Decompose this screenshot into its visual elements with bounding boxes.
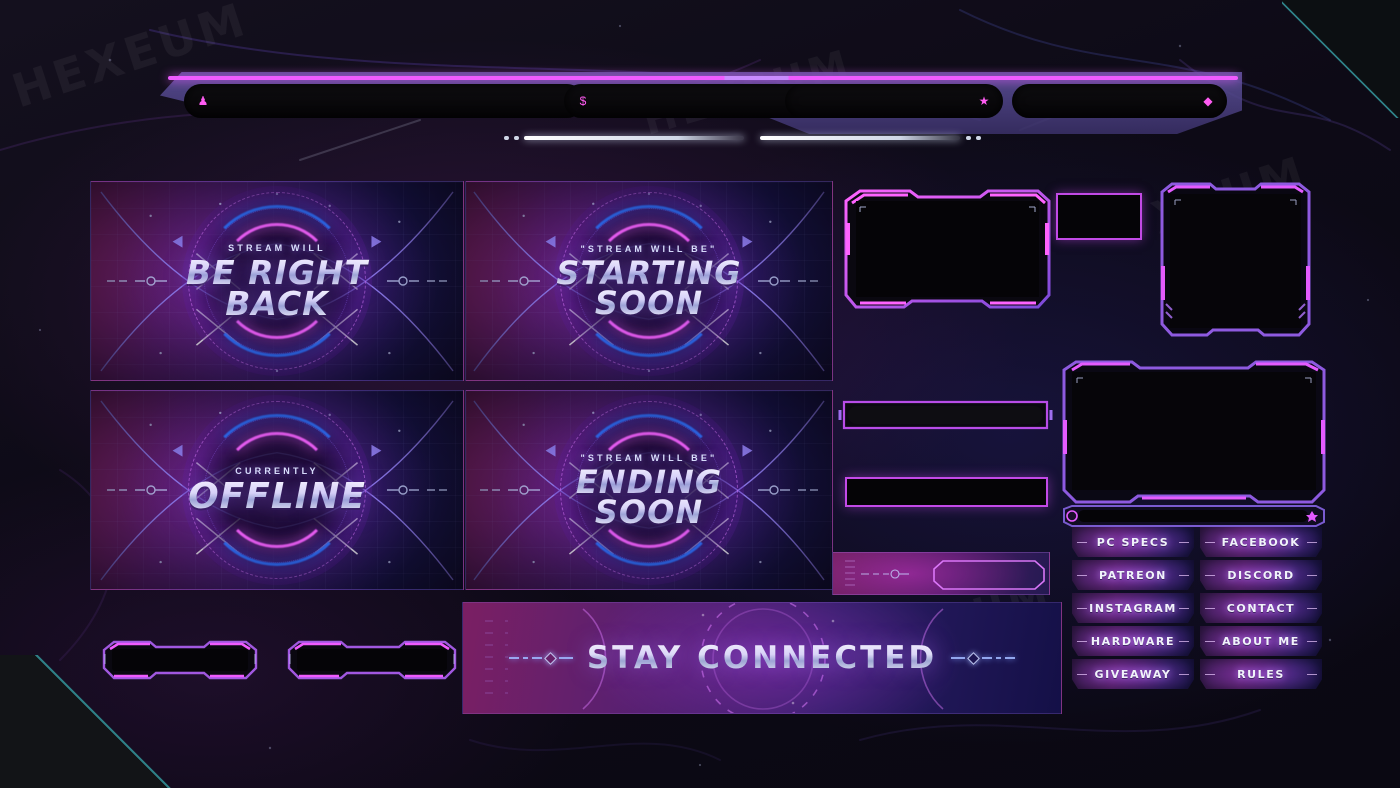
panel-button-label: PATREON — [1099, 568, 1167, 582]
panel-button-giveaway[interactable]: GIVEAWAY — [1072, 659, 1194, 689]
screen-kicker: "STREAM WILL BE" — [580, 452, 718, 463]
top-bar-dot-d — [976, 136, 981, 140]
frame-alert-strip[interactable] — [832, 552, 1050, 595]
diamond-icon: ◆ — [1203, 94, 1213, 108]
frame-gameplay[interactable] — [1058, 358, 1330, 518]
webcam-square-frame-art — [1160, 182, 1311, 337]
topbar-slot-followers[interactable]: ♟ — [184, 84, 584, 118]
frame-talkbar[interactable] — [838, 398, 1053, 432]
panel-button-patreon[interactable]: PATREON — [1072, 560, 1194, 590]
dollar-icon: $ — [579, 94, 587, 108]
panel-button-label: FACEBOOK — [1221, 535, 1301, 549]
stream-overlay-pack: HEXEUM HEXEUM HEXEUM XEUM ♟ $ ★ ◆ — [0, 0, 1400, 788]
label-box-left-art — [102, 640, 258, 680]
top-stats-bar: ♟ $ ★ ◆ — [160, 72, 1242, 140]
panel-button-label: RULES — [1237, 667, 1285, 681]
panel-button-label: HARDWARE — [1090, 634, 1176, 648]
talkbar-art — [838, 400, 1053, 430]
banner-title: STAY CONNECTED — [586, 640, 938, 676]
panel-button-facebook[interactable]: FACEBOOK — [1200, 527, 1322, 557]
screen-title-line2: SOON — [466, 287, 832, 319]
panel-button-instagram[interactable]: INSTAGRAM — [1072, 593, 1194, 623]
panel-button-label: INSTAGRAM — [1089, 601, 1177, 615]
screen-starting-soon-text: "STREAM WILL BE" STARTING SOON — [466, 243, 832, 319]
screen-kicker: STREAM WILL — [228, 242, 326, 253]
gameplay-nameplate-art — [1063, 505, 1325, 527]
top-bar-dot-a — [504, 136, 509, 140]
topbar-slot-subscriber[interactable]: ★ — [785, 84, 1003, 118]
corner-cut-top-right — [1282, 0, 1400, 118]
screen-be-right-back-text: STREAM WILL BE RIGHT BACK — [91, 242, 463, 320]
panel-button-grid: PC SPECS FACEBOOK PATREON DISCORD INSTAG… — [1072, 527, 1322, 692]
panel-button-label: DISCORD — [1227, 568, 1295, 582]
top-bar-dot-c — [966, 136, 971, 140]
screen-title-line2: BACK — [91, 287, 463, 320]
screen-currently-offline[interactable]: CURRENTLY OFFLINE — [90, 390, 464, 590]
screen-currently-offline-text: CURRENTLY OFFLINE — [91, 466, 463, 514]
panel-button-pc-specs[interactable]: PC SPECS — [1072, 527, 1194, 557]
screen-title-line2: SOON — [466, 496, 832, 528]
panel-button-label: ABOUT ME — [1222, 634, 1300, 648]
banner-dash-right — [951, 651, 1016, 665]
screen-kicker: "STREAM WILL BE" — [580, 243, 718, 254]
frame-label-box-left[interactable] — [98, 638, 261, 682]
banner-diamond-left-icon — [543, 651, 557, 665]
frame-webcam-thumb[interactable] — [1056, 193, 1142, 240]
panel-button-about-me[interactable]: ABOUT ME — [1200, 626, 1322, 656]
top-bar-underline-left — [524, 136, 744, 140]
frame-label-box-right[interactable] — [283, 638, 461, 682]
top-bar-dot-b — [514, 136, 519, 140]
screen-ending-soon[interactable]: "STREAM WILL BE" ENDING SOON — [465, 390, 833, 590]
person-icon: ♟ — [197, 94, 209, 108]
frame-eventbar[interactable] — [845, 477, 1048, 507]
banner-text-row: STAY CONNECTED — [463, 603, 1061, 713]
gameplay-frame-art — [1062, 360, 1326, 504]
top-bar-neon-line — [168, 76, 1238, 80]
screen-kicker: CURRENTLY — [235, 466, 319, 477]
star-icon: ★ — [978, 94, 990, 108]
frame-gameplay-nameplate[interactable] — [1062, 505, 1326, 527]
top-bar-underline-right — [760, 136, 960, 140]
panel-button-rules[interactable]: RULES — [1200, 659, 1322, 689]
label-box-right-art — [287, 640, 457, 680]
screen-starting-soon[interactable]: "STREAM WILL BE" STARTING SOON — [465, 181, 833, 381]
banner-dash-left — [508, 651, 573, 665]
banner-stay-connected[interactable]: STAY CONNECTED — [462, 602, 1062, 714]
panel-button-label: CONTACT — [1226, 601, 1296, 615]
screen-be-right-back[interactable]: STREAM WILL BE RIGHT BACK — [90, 181, 464, 381]
panel-button-discord[interactable]: DISCORD — [1200, 560, 1322, 590]
panel-button-label: PC SPECS — [1096, 535, 1170, 549]
screen-title-line1: OFFLINE — [91, 479, 463, 515]
alert-strip-art — [845, 560, 1045, 590]
frame-webcam-wide[interactable] — [840, 183, 1055, 316]
screen-ending-soon-text: "STREAM WILL BE" ENDING SOON — [466, 452, 832, 528]
frame-webcam-square[interactable] — [1154, 178, 1317, 343]
topbar-slot-bits[interactable]: ◆ — [1012, 84, 1227, 118]
panel-button-label: GIVEAWAY — [1094, 667, 1172, 681]
panel-button-hardware[interactable]: HARDWARE — [1072, 626, 1194, 656]
banner-diamond-right-icon — [967, 651, 981, 665]
panel-button-contact[interactable]: CONTACT — [1200, 593, 1322, 623]
webcam-wide-frame-art — [844, 189, 1051, 309]
